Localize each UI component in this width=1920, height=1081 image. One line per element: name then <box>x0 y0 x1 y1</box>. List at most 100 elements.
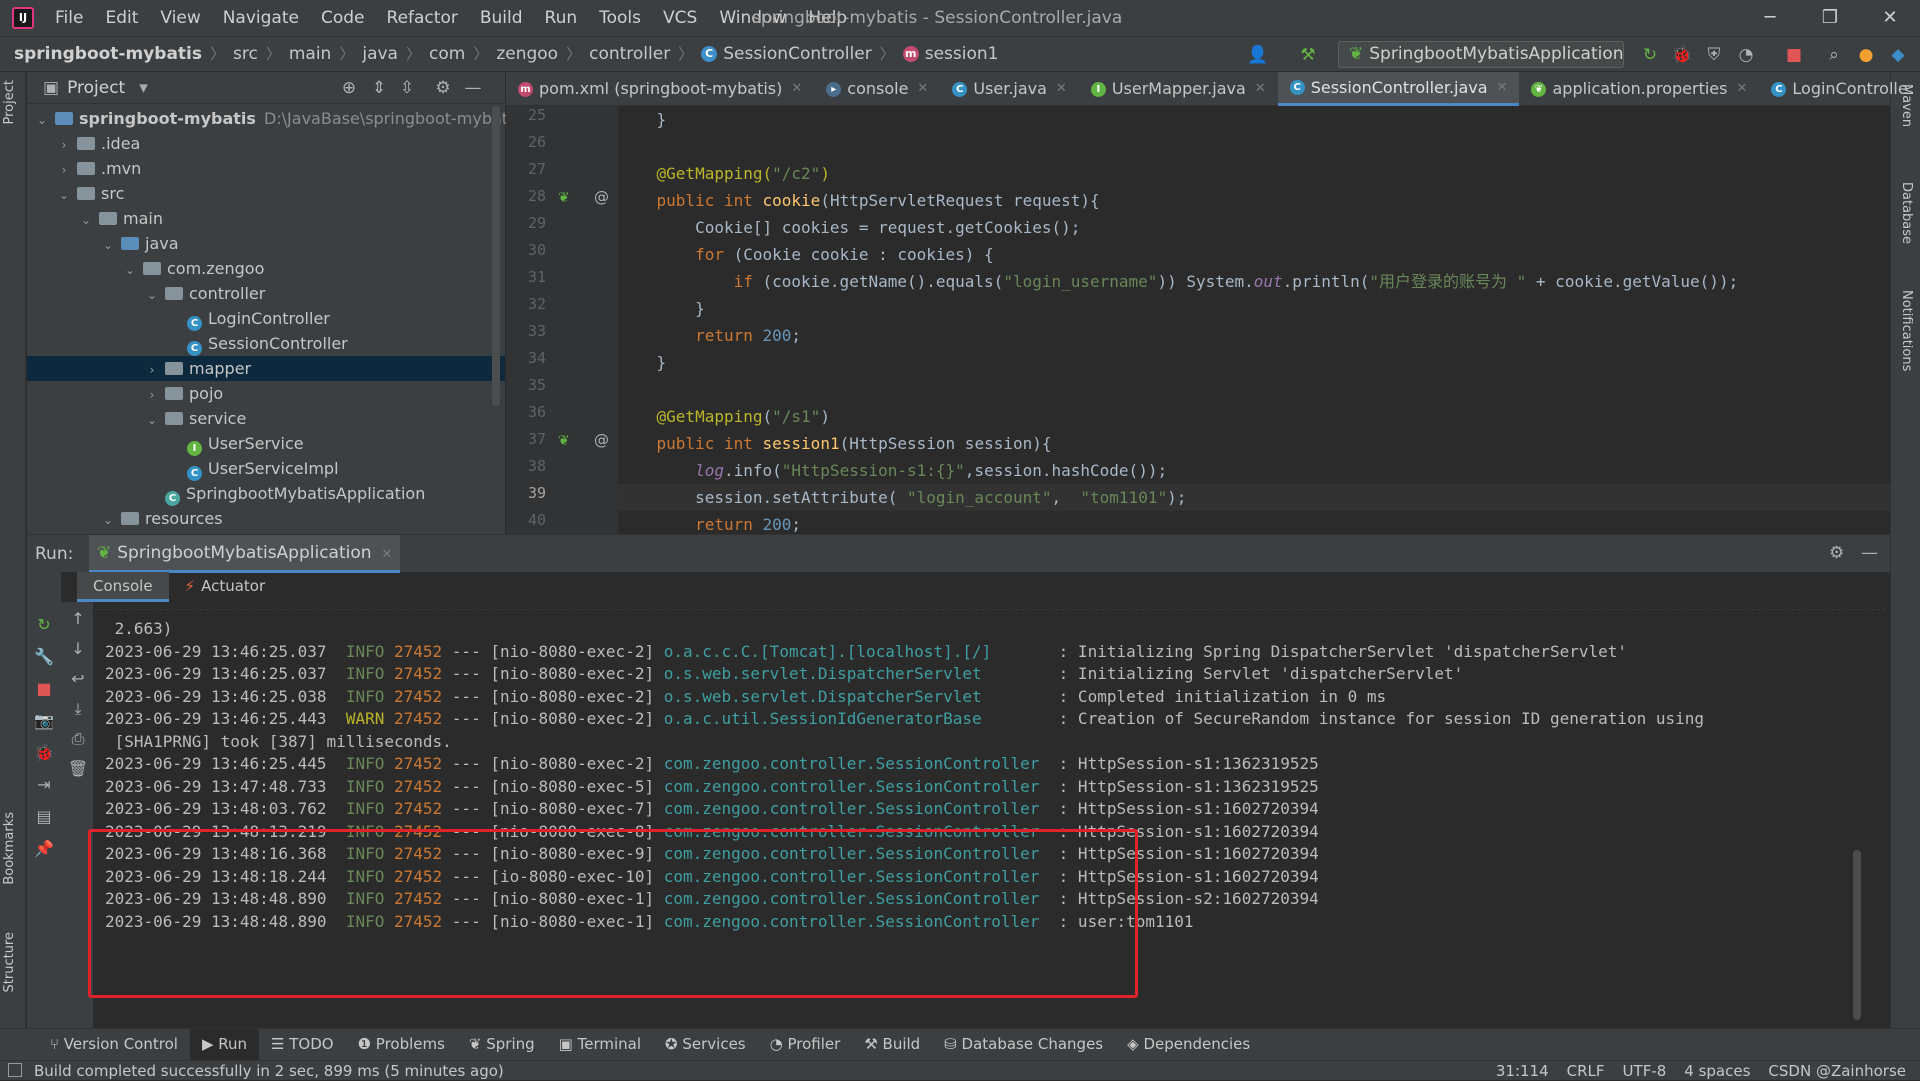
menu-file[interactable]: File <box>44 0 94 36</box>
tree-item-mapper[interactable]: ›mapper <box>27 356 505 381</box>
menu-build[interactable]: Build <box>469 0 534 36</box>
breadcrumb-src[interactable]: src <box>233 37 258 71</box>
search-icon[interactable]: ⌕ <box>1822 43 1846 67</box>
tree-item-main[interactable]: ⌄main <box>27 206 505 231</box>
tool-terminal[interactable]: ▣ Terminal <box>547 1029 653 1060</box>
tab-pom-xml[interactable]: mpom.xml (springboot-mybatis)✕ <box>506 72 814 106</box>
tool-todo[interactable]: ☰ TODO <box>259 1029 346 1060</box>
tool-version-control[interactable]: ⑂ Version Control <box>38 1029 190 1060</box>
menu-view[interactable]: View <box>149 0 211 36</box>
print-icon[interactable]: ⎙ <box>67 728 89 750</box>
spring-endpoint-icon[interactable]: ❦ <box>558 190 570 206</box>
menu-tools[interactable]: Tools <box>588 0 652 36</box>
code-area[interactable]: } @GetMapping("/c2") public int cookie(H… <box>618 106 1890 534</box>
project-tool-label[interactable]: Project <box>2 80 17 124</box>
breadcrumb-zengoo[interactable]: zengoo <box>496 37 558 71</box>
run-tab[interactable]: ❦SpringbootMybatisApplication✕ <box>89 535 400 573</box>
request-mapping-icon[interactable]: @ <box>594 188 609 206</box>
breadcrumb-method[interactable]: session1 <box>925 37 999 71</box>
scroll-up-icon[interactable]: ↑ <box>67 608 89 630</box>
tool-problems[interactable]: ❶ Problems <box>346 1029 457 1060</box>
status-icon[interactable] <box>8 1063 22 1077</box>
status-message[interactable]: Build completed successfully in 2 sec, 8… <box>34 1061 504 1081</box>
menu-run[interactable]: Run <box>534 0 589 36</box>
close-icon[interactable]: ✕ <box>382 547 393 562</box>
close-icon[interactable]: ✕ <box>1056 72 1067 106</box>
locate-icon[interactable]: ⊕ <box>337 76 361 100</box>
close-icon[interactable]: ✕ <box>791 72 802 106</box>
build-hammer-icon[interactable]: ⚒ <box>1296 43 1320 67</box>
tab-usermapper-java[interactable]: IUserMapper.java✕ <box>1079 72 1278 106</box>
breadcrumb-controller[interactable]: controller <box>589 37 670 71</box>
tree-item-project-root[interactable]: ⌄springboot-mybatisD:\JavaBase\springboo… <box>27 106 505 131</box>
profile-icon[interactable]: ◔ <box>1734 43 1758 67</box>
spring-endpoint-icon[interactable]: ❦ <box>558 433 570 449</box>
breadcrumb-class[interactable]: SessionController <box>723 37 871 71</box>
scroll-to-end-icon[interactable]: ⤓ <box>67 698 89 720</box>
user-icon[interactable]: 👤 <box>1246 43 1270 67</box>
tool-build[interactable]: ⚒ Build <box>852 1029 932 1060</box>
rerun-icon[interactable]: ↻ <box>33 614 55 636</box>
breadcrumb-main[interactable]: main <box>289 37 331 71</box>
indent-setting[interactable]: 4 spaces <box>1684 1061 1750 1081</box>
breadcrumb-com[interactable]: com <box>429 37 465 71</box>
tree-item-pojo[interactable]: ›pojo <box>27 381 505 406</box>
tool-services[interactable]: ✪ Services <box>653 1029 758 1060</box>
tool-run[interactable]: ▶ Run <box>190 1029 259 1060</box>
file-encoding[interactable]: UTF-8 <box>1623 1061 1667 1081</box>
hide-icon[interactable]: — <box>1861 543 1878 563</box>
tree-item-controller[interactable]: ⌄controller <box>27 281 505 306</box>
request-mapping-icon[interactable]: @ <box>594 431 609 449</box>
tab-user-java[interactable]: CUser.java✕ <box>940 72 1079 106</box>
debug-icon[interactable]: 🐞 <box>1670 43 1694 67</box>
tab-console[interactable]: Console <box>77 572 169 602</box>
scroll-down-icon[interactable]: ↓ <box>67 638 89 660</box>
collapse-all-icon[interactable]: ⇳ <box>395 76 419 100</box>
menu-vcs[interactable]: VCS <box>652 0 708 36</box>
close-window-icon[interactable]: ✕ <box>1860 0 1920 36</box>
menu-edit[interactable]: Edit <box>94 0 149 36</box>
bookmarks-tool-label[interactable]: Bookmarks <box>2 812 17 885</box>
restore-icon[interactable]: ❐ <box>1800 0 1860 36</box>
tree-item-src[interactable]: ⌄src <box>27 181 505 206</box>
close-icon[interactable]: ✕ <box>1497 71 1508 105</box>
project-scrollbar[interactable] <box>492 106 500 406</box>
wrench-icon[interactable]: 🔧 <box>33 646 55 668</box>
run-configuration-select[interactable]: ❦SpringbootMybatisApplication▾ <box>1338 41 1624 68</box>
close-icon[interactable]: ✕ <box>917 72 928 106</box>
tree-item-logincontroller[interactable]: CLoginController <box>27 306 505 331</box>
database-tool-label[interactable]: Database <box>1899 182 1914 244</box>
expand-all-icon[interactable]: ⇕ <box>367 76 391 100</box>
breadcrumb-java[interactable]: java <box>362 37 398 71</box>
tool-dependencies[interactable]: ◈ Dependencies <box>1115 1029 1262 1060</box>
pin-icon[interactable]: 📌 <box>33 838 55 860</box>
menu-refactor[interactable]: Refactor <box>376 0 469 36</box>
soft-wrap-icon[interactable]: ↩ <box>67 668 89 690</box>
tab-console[interactable]: ▸console✕ <box>814 72 940 106</box>
line-separator[interactable]: CRLF <box>1567 1061 1605 1081</box>
tree-item-mvn[interactable]: ›.mvn <box>27 156 505 181</box>
stop-icon[interactable]: ■ <box>1782 43 1806 67</box>
hide-icon[interactable]: — <box>461 76 485 100</box>
tree-item-service[interactable]: ⌄service <box>27 406 505 431</box>
tree-item-package[interactable]: ⌄com.zengoo <box>27 256 505 281</box>
restore-layout-icon[interactable]: ⇥ <box>33 774 55 796</box>
tree-item-resources[interactable]: ⌄resources <box>27 506 505 531</box>
tree-item-userserviceimpl[interactable]: CUserServiceImpl <box>27 456 505 481</box>
close-icon[interactable]: ✕ <box>1736 72 1747 106</box>
tab-application-properties[interactable]: ❦application.properties✕ <box>1519 72 1759 106</box>
menu-navigate[interactable]: Navigate <box>212 0 310 36</box>
tool-spring[interactable]: ❦ Spring <box>457 1029 547 1060</box>
tree-item-userservice[interactable]: IUserService <box>27 431 505 456</box>
tree-item-idea[interactable]: ›.idea <box>27 131 505 156</box>
update-icon[interactable]: ● <box>1854 43 1878 67</box>
caret-position[interactable]: 31:114 <box>1496 1061 1549 1081</box>
camera-icon[interactable]: 📷 <box>33 710 55 732</box>
gear-icon[interactable]: ⚙ <box>1829 543 1844 563</box>
project-panel-title[interactable]: ▣Project▾ <box>43 72 148 104</box>
tree-item-java[interactable]: ⌄java <box>27 231 505 256</box>
close-icon[interactable]: ✕ <box>1255 72 1266 106</box>
tab-sessioncontroller-java[interactable]: CSessionController.java✕ <box>1278 72 1520 106</box>
rerun-icon[interactable]: ↻ <box>1638 43 1662 67</box>
structure-tool-label[interactable]: Structure <box>2 932 17 992</box>
